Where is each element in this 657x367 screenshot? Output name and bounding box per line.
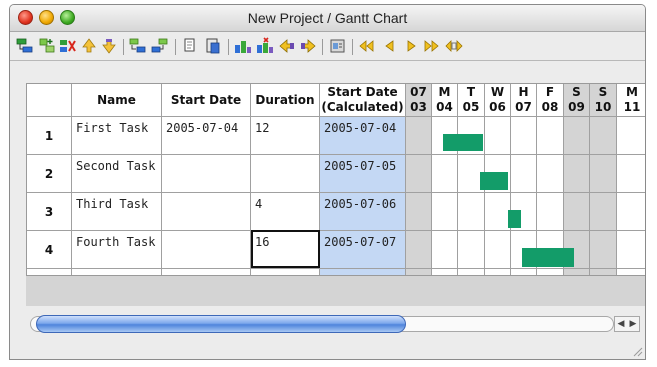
link-tasks-icon[interactable] (234, 37, 252, 55)
gantt-bar-first-task[interactable] (443, 134, 483, 151)
scroll-right-arrow-icon[interactable]: ▶ (630, 319, 637, 329)
indent-icon[interactable] (129, 37, 147, 55)
gantt-bar-third-task[interactable] (508, 210, 521, 228)
zoom-fit-icon[interactable] (445, 37, 463, 55)
column-header-calculated-start[interactable]: Start Date (Calculated) (320, 84, 405, 116)
start-date-cell[interactable] (162, 231, 250, 268)
app-window: New Project / Gantt Chart Name Start Dat… (9, 4, 646, 360)
start-date-cell[interactable] (162, 193, 250, 230)
start-date-cell[interactable]: 2005-07-04 (162, 117, 250, 154)
toolbar-separator (322, 39, 323, 55)
day-header: W 06 (489, 85, 506, 114)
row-number[interactable]: 1 (27, 117, 71, 154)
delete-task-icon[interactable] (59, 37, 77, 55)
scroll-right-icon[interactable] (299, 37, 317, 55)
unlink-tasks-icon[interactable] (256, 37, 274, 55)
gantt-bar-fourth-task[interactable] (522, 248, 574, 267)
horizontal-scrollbar[interactable]: ◀ ▶ (26, 306, 645, 340)
day-header: T 05 (462, 85, 480, 114)
calculated-start-cell: 2005-07-05 (324, 159, 397, 173)
start-date-cell[interactable] (162, 155, 250, 192)
column-header-calculated-line1: Start Date (327, 85, 398, 99)
duration-edit-cell[interactable]: 16 (251, 230, 320, 268)
gantt-table: Name Start Date Duration Start Date (Cal… (26, 83, 645, 276)
window-title: New Project / Gantt Chart (247, 10, 408, 26)
calculated-start-cell: 2005-07-04 (324, 121, 397, 135)
duration-cell[interactable]: 4 (251, 193, 319, 230)
duration-cell[interactable]: 12 (251, 117, 319, 154)
calculated-start-cell: 2005-07-06 (324, 197, 397, 211)
zoom-next-icon[interactable] (402, 37, 420, 55)
duration-edit-value: 16 (255, 235, 270, 249)
task-name-cell[interactable]: Third Task (72, 193, 161, 230)
column-header-name[interactable]: Name (72, 84, 161, 116)
duration-cell[interactable] (251, 155, 319, 192)
toolbar-separator (228, 39, 229, 55)
scroll-arrows[interactable]: ◀ ▶ (614, 316, 640, 332)
day-header: F 08 (541, 85, 559, 114)
day-header: H 07 (515, 85, 532, 114)
gantt-bar-second-task[interactable] (480, 172, 508, 190)
day-header: M 04 (436, 85, 453, 114)
toolbar-separator (352, 39, 353, 55)
table-empty-area (26, 276, 645, 306)
task-name-cell[interactable]: Second Task (72, 155, 161, 192)
toolbar (10, 32, 645, 61)
task-name-cell[interactable]: Fourth Task (72, 231, 161, 268)
column-header-start-date[interactable]: Start Date (162, 84, 250, 116)
day-header: S 09 (568, 85, 585, 114)
add-task-icon[interactable] (16, 37, 34, 55)
scroll-left-arrow-icon[interactable]: ◀ (618, 319, 625, 329)
row-number[interactable]: 4 (27, 231, 71, 268)
copy-icon[interactable] (182, 37, 200, 55)
column-header-duration[interactable]: Duration (251, 84, 319, 116)
toolbar-separator (175, 39, 176, 55)
task-properties-icon[interactable] (329, 37, 347, 55)
calculated-start-cell: 2005-07-07 (324, 235, 397, 249)
paste-icon[interactable] (204, 37, 222, 55)
move-up-icon[interactable] (80, 37, 98, 55)
zoom-first-icon[interactable] (358, 37, 376, 55)
scrollbar-thumb[interactable] (36, 315, 406, 333)
day-header: 07 03 (410, 85, 427, 114)
add-subtask-icon[interactable] (38, 37, 56, 55)
row-number[interactable]: 2 (27, 155, 71, 192)
resize-grip-icon[interactable] (631, 345, 643, 357)
row-number[interactable]: 3 (27, 193, 71, 230)
scroll-left-icon[interactable] (278, 37, 296, 55)
title-bar: New Project / Gantt Chart (10, 5, 645, 32)
move-down-icon[interactable] (100, 37, 118, 55)
zoom-last-icon[interactable] (423, 37, 441, 55)
zoom-prev-icon[interactable] (381, 37, 399, 55)
day-header: M 11 (623, 85, 641, 114)
column-header-calculated-line2: (Calculated) (321, 100, 404, 114)
day-header: S 10 (594, 85, 612, 114)
task-name-cell[interactable]: First Task (72, 117, 161, 154)
outdent-icon[interactable] (151, 37, 169, 55)
toolbar-separator (123, 39, 124, 55)
